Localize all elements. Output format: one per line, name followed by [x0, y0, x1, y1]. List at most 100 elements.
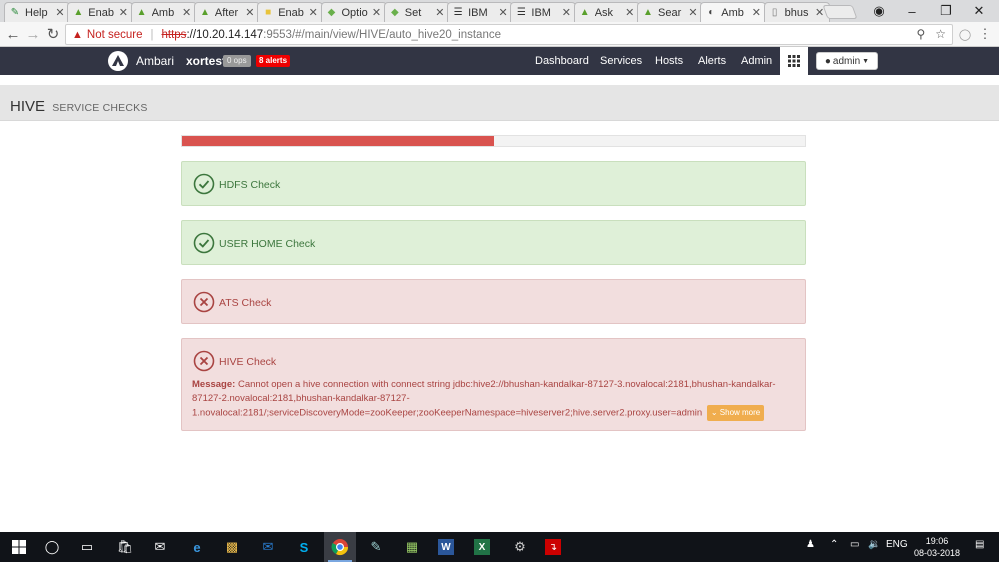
store-icon[interactable]: 🛍 [115, 537, 135, 557]
tab-close-icon[interactable]: ✕ [308, 6, 318, 19]
windows-start-icon[interactable] [9, 537, 29, 557]
notes-icon[interactable]: ✎ [366, 537, 386, 557]
tab-label: Amb [151, 6, 175, 19]
tab-close-icon[interactable]: ✕ [118, 6, 128, 19]
elephant-icon: ◆ [327, 6, 336, 18]
ambari-logo-icon[interactable] [108, 51, 128, 71]
skype-icon[interactable]: S [294, 537, 314, 557]
pdf-reader-icon[interactable]: ↴ [545, 539, 561, 555]
tab-close-icon[interactable]: ✕ [245, 6, 255, 19]
browser-tab[interactable]: ▲ Ask ✕ [573, 2, 640, 22]
caret-down-icon: ▼ [862, 57, 870, 65]
tab-close-icon[interactable]: ✕ [688, 6, 698, 19]
check-panel-hdfs: HDFS Check [181, 161, 806, 206]
restore-icon[interactable]: ❐ [931, 0, 961, 22]
nav-admin[interactable]: Admin [741, 55, 772, 67]
new-tab-button[interactable] [822, 5, 858, 19]
browser-tab[interactable]: ☰ IBM ✕ [510, 2, 577, 22]
brand-name[interactable]: Ambari [136, 54, 174, 68]
grid-icon [788, 55, 800, 67]
check-error-message: Message: Cannot open a hive connection w… [192, 378, 797, 421]
tab-label: After [214, 6, 239, 19]
separator: | [150, 28, 154, 41]
nav-hosts[interactable]: Hosts [655, 55, 683, 67]
profile-icon[interactable]: ◉ [864, 0, 894, 22]
check-name: HIVE Check [219, 356, 277, 368]
browser-tab[interactable]: ▲ Enab ✕ [67, 2, 134, 22]
progress-fill [182, 136, 494, 146]
tools-icon[interactable]: ⚙ [510, 537, 530, 557]
file-explorer-icon[interactable]: ▩ [222, 537, 242, 557]
display-icon[interactable]: ▭ [850, 539, 859, 550]
user-icon: ● [824, 55, 831, 67]
nav-alerts[interactable]: Alerts [698, 55, 726, 67]
url-protocol: https [161, 28, 187, 41]
tab-close-icon[interactable]: ✕ [55, 6, 65, 19]
page-title: HIVE SERVICE CHECKS [10, 98, 148, 115]
warning-icon: ▲ [72, 28, 83, 41]
browser-tab[interactable]: ■ Enab ✕ [257, 2, 324, 22]
tab-close-icon[interactable]: ✕ [435, 6, 445, 19]
outlook-icon[interactable]: ✉ [258, 537, 278, 557]
mail-icon[interactable]: ✉ [150, 537, 170, 557]
tab-close-icon[interactable]: ✕ [561, 6, 571, 19]
check-name: ATS Check [219, 297, 272, 309]
message-text: Cannot open a hive connection with conne… [192, 379, 776, 419]
excel-icon[interactable]: X [474, 539, 490, 555]
chrome-menu-icon[interactable]: ⋮ [976, 25, 994, 43]
hortonworks-icon: ▲ [73, 6, 84, 18]
show-more-button[interactable]: ⌄ Show more [706, 405, 765, 421]
user-menu-button[interactable]: ● admin ▼ [816, 52, 878, 70]
search-icon[interactable]: ◯ [42, 537, 62, 557]
network-app-icon[interactable]: ▦ [402, 537, 422, 557]
back-icon[interactable]: ← [4, 25, 22, 43]
ops-badge[interactable]: 0 ops [223, 55, 251, 67]
minimize-icon[interactable]: – [897, 0, 927, 22]
url-input[interactable]: ▲ Not secure | https ://10.20.14.147 :95… [65, 24, 953, 45]
tab-label: IBM [531, 6, 551, 19]
close-window-icon[interactable]: ✕ [964, 0, 994, 22]
page-header: HIVE SERVICE CHECKS [0, 85, 999, 121]
failure-x-icon [193, 350, 215, 372]
browser-tab[interactable]: ▯ bhus ✕ [763, 2, 830, 22]
browser-tab[interactable]: ◆ Optio ✕ [320, 2, 387, 22]
tab-close-icon[interactable]: ✕ [751, 6, 761, 19]
ibm-icon: ☰ [516, 6, 526, 18]
nav-dashboard[interactable]: Dashboard [535, 55, 589, 67]
browser-tab[interactable]: ▲ After ✕ [193, 2, 260, 22]
extension-icon[interactable]: ◯ [956, 25, 974, 43]
cluster-name[interactable]: xortest [186, 54, 226, 68]
notifications-icon[interactable]: ▤ [975, 539, 984, 550]
browser-tab[interactable]: ☰ IBM ✕ [447, 2, 514, 22]
tab-close-icon[interactable]: ✕ [182, 6, 192, 19]
volume-icon[interactable]: 🔉 [868, 539, 880, 550]
browser-tab[interactable]: ▲ Amb ✕ [130, 2, 197, 22]
reload-icon[interactable]: ↻ [44, 25, 62, 43]
tab-close-icon[interactable]: ✕ [625, 6, 635, 19]
views-grid-button[interactable] [780, 47, 808, 75]
browser-tab[interactable]: ◆ Set ✕ [383, 2, 450, 22]
system-clock[interactable]: 19:06 08-03-2018 [912, 535, 962, 559]
word-icon[interactable]: W [438, 539, 454, 555]
clock-time: 19:06 [925, 536, 949, 546]
task-view-icon[interactable]: ▭ [77, 537, 97, 557]
tab-label: Help [25, 6, 48, 19]
browser-tab-strip: ✎ Help ✕ ▲ Enab ✕ ▲ Amb ✕ ▲ After ✕ ■ Enab ✕ ◆ Optio ✕ ◆ Se… [0, 0, 999, 22]
people-icon[interactable]: ♟ [806, 539, 815, 550]
user-name: admin [832, 55, 861, 67]
browser-tab[interactable]: ✎ Help ✕ [4, 2, 70, 22]
nav-services[interactable]: Services [600, 55, 642, 67]
language-indicator[interactable]: ENG [886, 539, 908, 550]
tab-close-icon[interactable]: ✕ [498, 6, 508, 19]
tab-close-icon[interactable]: ✕ [372, 6, 382, 19]
alerts-badge[interactable]: 8 alerts [256, 55, 291, 67]
chrome-taskbar-active[interactable] [324, 532, 356, 562]
clock-date: 08-03-2018 [913, 548, 961, 558]
browser-tab[interactable]: ▲ Sear ✕ [637, 2, 703, 22]
browser-tab[interactable]: ◐ Amb ✕ [700, 2, 767, 22]
bookmark-star-icon[interactable]: ☆ [935, 27, 946, 41]
edge-icon[interactable]: e [187, 537, 207, 557]
tray-chevron-up-icon[interactable]: ⌃ [830, 539, 838, 550]
zoom-icon[interactable]: ⚲ [916, 27, 925, 41]
forward-icon[interactable]: → [24, 25, 42, 43]
